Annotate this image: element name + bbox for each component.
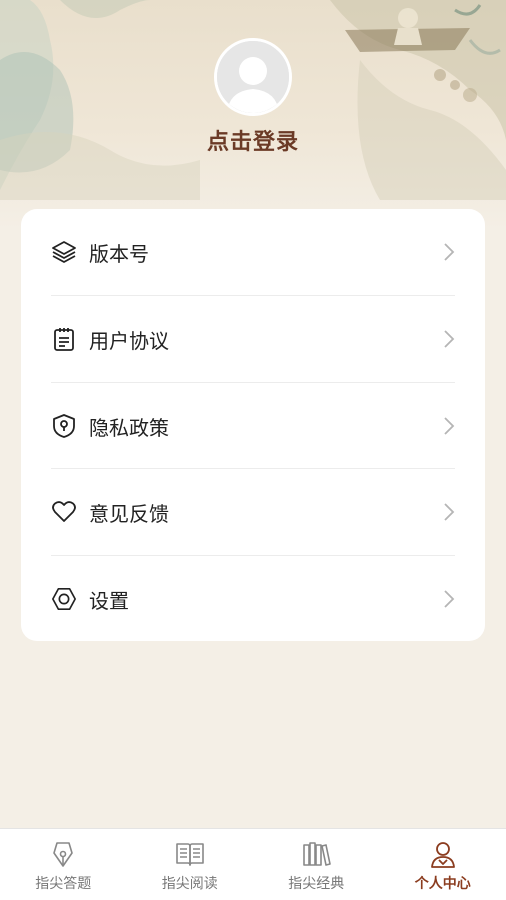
shield-lock-icon [51, 413, 77, 439]
menu-item-feedback[interactable]: 意见反馈 [51, 469, 455, 555]
tab-label: 指尖阅读 [161, 876, 218, 892]
heart-icon [51, 499, 77, 525]
open-book-icon [175, 843, 204, 866]
bottom-tab-bar: 指尖答题 指尖阅读 指尖经典 个人中心 [0, 828, 506, 900]
menu-item-label: 意见反馈 [89, 501, 169, 526]
books-icon [303, 842, 332, 866]
tab-classics[interactable]: 指尖经典 [253, 829, 380, 900]
menu-item-privacy-policy[interactable]: 隐私政策 [51, 383, 455, 469]
tab-label: 指尖经典 [288, 876, 345, 892]
settings-menu-card: 版本号 用户协议 隐私政策 意见反馈 设置 [21, 209, 485, 641]
menu-item-settings[interactable]: 设置 [51, 556, 455, 642]
person-icon [430, 842, 455, 868]
menu-item-label: 隐私政策 [89, 415, 169, 440]
clipboard-icon [51, 326, 77, 352]
chevron-right-icon [444, 590, 455, 608]
pen-nib-icon [53, 842, 74, 867]
tab-label: 指尖答题 [35, 876, 92, 892]
layers-icon [51, 239, 77, 265]
chevron-right-icon [444, 330, 455, 348]
menu-item-label: 设置 [89, 588, 129, 613]
avatar[interactable] [214, 38, 292, 116]
chevron-right-icon [444, 503, 455, 521]
chevron-right-icon [444, 243, 455, 261]
menu-item-version[interactable]: 版本号 [51, 209, 455, 295]
tab-profile[interactable]: 个人中心 [380, 829, 506, 900]
login-prompt[interactable]: 点击登录 [0, 124, 506, 156]
tab-reading[interactable]: 指尖阅读 [127, 829, 254, 900]
menu-item-label: 用户协议 [89, 328, 169, 353]
menu-item-label: 版本号 [89, 241, 149, 266]
hexagon-settings-icon [51, 586, 77, 612]
default-user-icon [217, 41, 289, 113]
chevron-right-icon [444, 417, 455, 435]
tab-answer[interactable]: 指尖答题 [0, 829, 127, 900]
tab-label: 个人中心 [414, 876, 471, 892]
menu-item-user-agreement[interactable]: 用户协议 [51, 296, 455, 382]
